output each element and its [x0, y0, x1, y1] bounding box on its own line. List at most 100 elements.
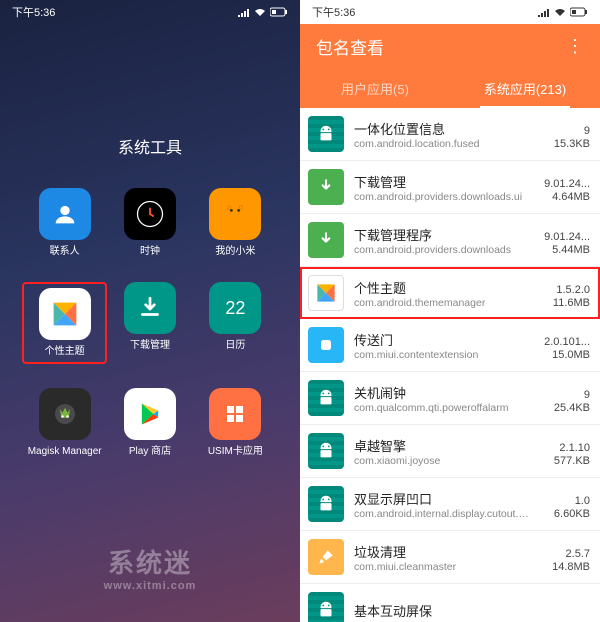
status-icons: [538, 7, 588, 17]
app-theme-highlighted[interactable]: 个性主题: [22, 282, 107, 364]
row-body: 一体化位置信息9com.android.location.fused15.3KB: [354, 119, 590, 150]
tab-bar: 用户应用(5) 系统应用(213): [300, 69, 600, 108]
app-label: 联系人: [50, 246, 80, 258]
mi-icon: [209, 188, 261, 240]
watermark: 系统迷 www.xitmi.com: [0, 543, 300, 592]
magisk-icon: [39, 388, 91, 440]
package-version: 2.1.10: [559, 442, 590, 454]
watermark-text: 系统迷: [0, 543, 300, 580]
package-row[interactable]: 垃圾清理2.5.7com.miui.cleanmaster14.8MB: [300, 531, 600, 584]
package-id: com.android.internal.display.cutout.emu6: [354, 508, 534, 520]
row-body: 关机闹钟9com.qualcomm.qti.poweroffalarm25.4K…: [354, 383, 590, 414]
tab-system-apps[interactable]: 系统应用(213): [450, 69, 600, 108]
play-store-icon: [124, 388, 176, 440]
package-row[interactable]: 一体化位置信息9com.android.location.fused15.3KB: [300, 108, 600, 161]
package-id: com.miui.contentextension: [354, 349, 478, 361]
package-id: com.miui.cleanmaster: [354, 561, 456, 573]
app-label: 日历: [225, 340, 245, 352]
app-contacts[interactable]: 联系人: [22, 188, 107, 258]
android-icon: [308, 380, 344, 416]
package-id: com.qualcomm.qti.poweroffalarm: [354, 402, 508, 414]
package-name: 垃圾清理: [354, 542, 406, 561]
package-row[interactable]: 关机闹钟9com.qualcomm.qti.poweroffalarm25.4K…: [300, 372, 600, 425]
package-name: 个性主题: [354, 278, 406, 297]
package-viewer-pane: 下午5:36 包名查看 ⋮ 用户应用(5) 系统应用(213) 一体化位置信息9…: [300, 0, 600, 622]
theme-icon: [308, 275, 344, 311]
package-id: com.android.providers.downloads: [354, 244, 511, 256]
package-row[interactable]: 下载管理程序9.01.24...com.android.providers.do…: [300, 214, 600, 267]
package-size: 11.6MB: [553, 297, 590, 309]
battery-icon: [270, 7, 288, 17]
package-row[interactable]: 下载管理 9.01.24... com.android.providers.down…: [300, 161, 600, 214]
package-row[interactable]: 双显示屏凹口1.0com.android.internal.display.cu…: [300, 478, 600, 531]
row-body: 垃圾清理2.5.7com.miui.cleanmaster14.8MB: [354, 542, 590, 573]
download-icon: [308, 169, 344, 205]
package-id: com.android.providers.downloads.ui: [354, 191, 522, 203]
app-magisk[interactable]: Magisk Manager: [22, 388, 107, 458]
package-name: 基本互动屏保: [354, 601, 432, 620]
app-label: Play 商店: [129, 446, 171, 458]
app-clock[interactable]: 时钟: [107, 188, 192, 258]
overflow-menu-icon[interactable]: ⋮: [566, 36, 584, 57]
app-label: 我的小米: [215, 246, 255, 258]
app-play[interactable]: Play 商店: [107, 388, 192, 458]
package-version: 9: [584, 389, 590, 401]
package-size: 14.8MB: [552, 561, 590, 573]
package-row[interactable]: 基本互动屏保: [300, 584, 600, 622]
usim-icon: [209, 388, 261, 440]
package-version: 1.5.2.0: [556, 284, 590, 296]
package-id: com.xiaomi.joyose: [354, 455, 440, 467]
package-row[interactable]: 个性主题 1.5.2.0 com.android.thememanager 11.6M…: [300, 267, 600, 319]
android-icon: [308, 486, 344, 522]
broom-icon: [308, 539, 344, 575]
status-bar: 下午5:36: [0, 0, 300, 24]
row-body: 个性主题 1.5.2.0 com.android.thememanager 11.6M…: [354, 278, 590, 309]
package-size: 5.44MB: [552, 244, 590, 256]
calendar-icon: 22: [209, 282, 261, 334]
android-icon: [308, 116, 344, 152]
package-id: com.android.location.fused: [354, 138, 480, 150]
row-body: 下载管理 9.01.24... com.android.providers.down…: [354, 172, 590, 203]
package-size: 15.3KB: [554, 138, 590, 150]
package-row[interactable]: 卓越智擎 2.1.10 com.xiaomi.joyose 577.KB: [300, 425, 600, 478]
home-screen-pane: 下午5:36 系统工具 联系人 时钟: [0, 0, 300, 622]
folder-title: 系统工具: [0, 134, 300, 158]
row-body: 卓越智擎 2.1.10 com.xiaomi.joyose 577.KB: [354, 436, 590, 467]
status-icons: [238, 7, 288, 17]
package-row[interactable]: 传送门 2.0.101... com.miui.contentextension 15…: [300, 319, 600, 372]
app-label: 时钟: [140, 246, 160, 258]
app-download[interactable]: 下载管理: [107, 282, 192, 364]
app-usim[interactable]: USIM卡应用: [193, 388, 278, 458]
package-id: com.android.thememanager: [354, 297, 485, 309]
clock-icon: [124, 188, 176, 240]
package-version: 9.01.24...: [544, 178, 590, 190]
signal-icon: [238, 7, 250, 17]
package-name: 传送门: [354, 330, 393, 349]
package-list[interactable]: 一体化位置信息 9 com.android.location.fused 15.3KB…: [300, 108, 600, 622]
package-size: 4.64MB: [552, 191, 590, 203]
package-size: 577.KB: [554, 455, 590, 467]
package-version: 2.0.101...: [544, 336, 590, 348]
calendar-date: 22: [225, 298, 245, 319]
package-name: 下载管理程序: [354, 225, 432, 244]
download-icon: [308, 222, 344, 258]
app-mi[interactable]: 我的小米: [193, 188, 278, 258]
theme-icon: [39, 288, 91, 340]
package-version: 1.0: [575, 495, 590, 507]
android-icon: [308, 433, 344, 469]
wifi-icon: [554, 7, 566, 17]
header-title: 包名查看: [316, 34, 384, 59]
app-calendar[interactable]: 22 日历: [193, 282, 278, 364]
signal-icon: [538, 7, 550, 17]
app-label: 下载管理: [130, 340, 170, 352]
package-name: 下载管理: [354, 172, 406, 191]
contacts-icon: [39, 188, 91, 240]
package-size: 15.0MB: [552, 349, 590, 361]
package-name: 一体化位置信息: [354, 119, 445, 138]
portal-icon: [308, 327, 344, 363]
wifi-icon: [254, 7, 266, 17]
tab-user-apps[interactable]: 用户应用(5): [300, 69, 450, 108]
android-icon: [308, 592, 344, 622]
package-name: 卓越智擎: [354, 436, 406, 455]
app-label: 个性主题: [45, 346, 85, 358]
